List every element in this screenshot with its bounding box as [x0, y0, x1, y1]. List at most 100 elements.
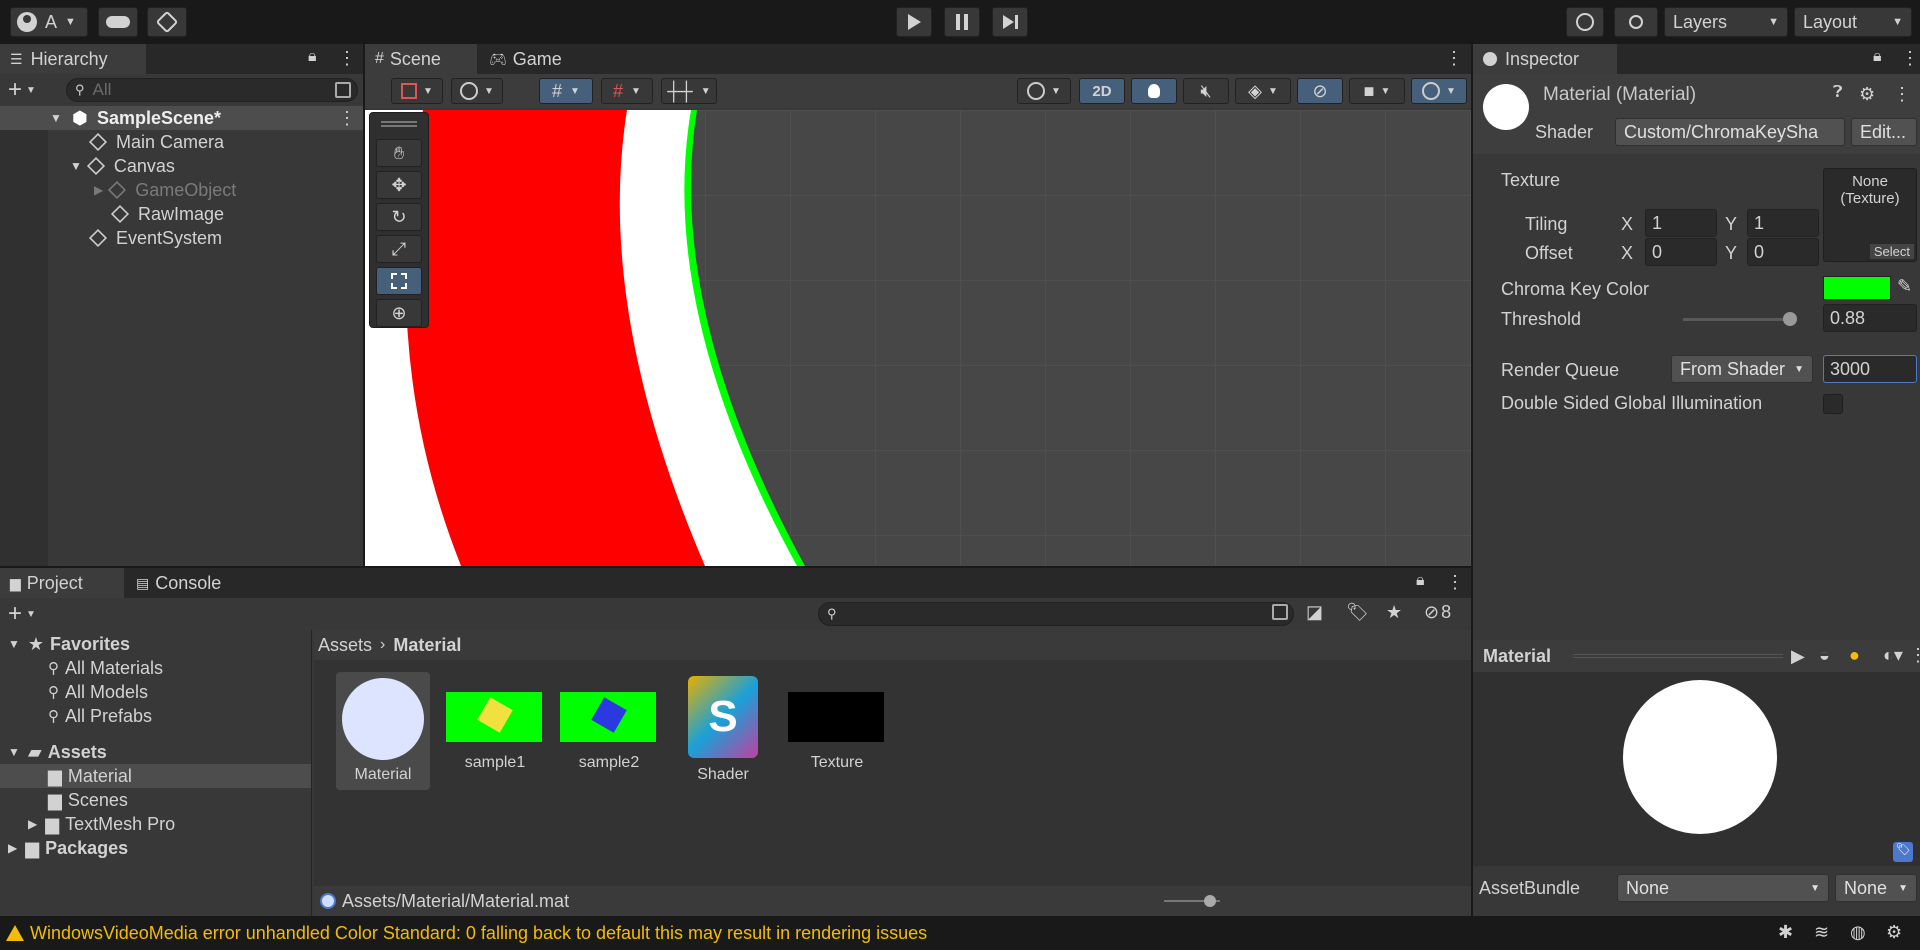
tree-item-packages[interactable]: ▶ ▆ Packages [8, 836, 128, 860]
hierarchy-item-canvas[interactable]: ▼ Canvas [70, 154, 175, 178]
more-icon[interactable]: ⋮ [1893, 84, 1911, 105]
project-search-input[interactable]: ⚲ [818, 602, 1294, 626]
progress-icon[interactable]: ◍ [1850, 922, 1866, 943]
asset-sample2[interactable]: sample2 [560, 676, 658, 786]
lock-icon[interactable]: 🔒︎ [1873, 48, 1882, 66]
2d-toggle[interactable]: 2D [1079, 78, 1125, 104]
collab-button[interactable] [147, 7, 187, 37]
grid-snap-dropdown[interactable]: # ▼ [539, 78, 593, 104]
hierarchy-search-input[interactable]: ⚲ All [66, 78, 358, 102]
tab-inspector[interactable]: Inspector [1473, 44, 1617, 74]
asset-material[interactable]: Material [336, 672, 430, 790]
play-button[interactable] [896, 7, 932, 37]
ruler-dropdown[interactable]: ┼┼ ▼ [661, 78, 717, 104]
help-icon[interactable]: ❓︎ [1833, 84, 1843, 102]
hierarchy-item-main-camera[interactable]: Main Camera [88, 130, 224, 154]
icon-size-slider-handle[interactable] [1204, 895, 1216, 907]
scale-tool[interactable]: ⤢ [376, 235, 422, 263]
filter-label-icon[interactable]: 🏷︎ [1346, 602, 1369, 623]
more-icon[interactable]: ⋮ [1445, 48, 1463, 69]
tiling-y-field[interactable]: 1 [1747, 209, 1819, 237]
more-icon[interactable]: ⋮ [338, 108, 356, 129]
tree-item-material[interactable]: ▆ Material [0, 764, 311, 788]
incremental-snap-dropdown[interactable]: # ▼ [601, 78, 653, 104]
texture-slot[interactable]: None (Texture) Select [1823, 168, 1917, 262]
threshold-slider-handle[interactable] [1783, 312, 1797, 326]
eyedropper-icon[interactable]: ✎ [1897, 276, 1912, 297]
render-queue-field[interactable]: 3000 [1823, 355, 1917, 383]
offset-x-field[interactable]: 0 [1645, 238, 1717, 266]
tree-item-all-prefabs[interactable]: ⚲ All Prefabs [48, 704, 152, 728]
pause-button[interactable] [944, 7, 980, 37]
bug-icon[interactable]: ✱ [1778, 922, 1793, 943]
texture-select-button[interactable]: Select [1869, 244, 1914, 259]
settings-icon[interactable]: ⚙︎ [1859, 84, 1875, 105]
lock-icon[interactable]: 🔒︎ [1416, 572, 1425, 590]
hierarchy-item-rawimage[interactable]: RawImage [110, 202, 224, 226]
mesh-dropdown[interactable]: ◐▾ [1883, 645, 1903, 666]
sphere-icon[interactable]: ◒ [1819, 645, 1830, 666]
tab-project[interactable]: ▆ Project [0, 568, 124, 598]
transform-tool[interactable]: ⊕ [376, 299, 422, 327]
rect-tool[interactable] [376, 267, 422, 295]
lighting-status-icon[interactable]: ⚙ [1886, 922, 1902, 943]
preview-drag-handle[interactable] [1573, 654, 1783, 658]
asset-texture[interactable]: Texture [788, 676, 886, 786]
threshold-slider[interactable] [1683, 318, 1793, 321]
assetbundle-dropdown[interactable]: None ▼ [1617, 874, 1829, 902]
lock-icon[interactable]: 🔒︎ [308, 48, 317, 66]
hierarchy-item-samplescene[interactable]: ▼ ⬢ SampleScene* ⋮ [0, 106, 363, 130]
shader-dropdown[interactable]: Custom/ChromaKeySha [1615, 118, 1845, 146]
gizmos-dropdown[interactable]: ▼ [1411, 78, 1467, 104]
breadcrumb-root[interactable]: Assets [318, 635, 372, 656]
tab-scene[interactable]: # Scene [365, 44, 477, 74]
more-icon[interactable]: ⋮ [1909, 645, 1920, 666]
camera-dropdown[interactable]: ■ ▼ [1349, 78, 1405, 104]
create-asset-button[interactable]: + ▼ [8, 602, 48, 626]
more-icon[interactable]: ⋮ [1446, 572, 1464, 593]
shading-dropdown[interactable]: ▼ [1017, 78, 1071, 104]
shader-edit-button[interactable]: Edit... [1851, 118, 1917, 146]
tab-hierarchy[interactable]: ☰ Hierarchy [0, 44, 146, 74]
search-options-icon[interactable] [335, 82, 351, 98]
search-options-icon[interactable] [1272, 604, 1288, 620]
draw-mode-dropdown[interactable]: ▼ [391, 78, 443, 104]
cache-icon[interactable]: ≋ [1814, 922, 1829, 943]
asset-shader[interactable]: S Shader [674, 676, 772, 786]
globe-dropdown[interactable]: ▼ [451, 78, 503, 104]
play-icon[interactable]: ▶ [1791, 646, 1805, 667]
audio-toggle[interactable]: 🔇︎ [1183, 78, 1229, 104]
cloud-button[interactable] [98, 7, 138, 37]
filter-type-icon[interactable]: ◪ [1306, 602, 1323, 623]
tree-item-assets[interactable]: ▼ ▰ Assets [8, 740, 107, 764]
tree-item-all-materials[interactable]: ⚲ All Materials [48, 656, 163, 680]
more-icon[interactable]: ⋮ [338, 48, 356, 69]
dsgi-checkbox[interactable] [1823, 394, 1843, 414]
hidden-packages-toggle[interactable]: ⊘ 8 [1424, 602, 1451, 623]
tab-game[interactable]: 🎮︎ Game [479, 44, 579, 74]
tree-item-favorites[interactable]: ▼ ★ Favorites [8, 632, 130, 656]
layout-dropdown[interactable]: Layout ▼ [1794, 7, 1912, 37]
offset-y-field[interactable]: 0 [1747, 238, 1819, 266]
account-dropdown[interactable]: A ▼ [10, 7, 88, 37]
hierarchy-item-eventsystem[interactable]: EventSystem [88, 226, 222, 250]
visibility-toggle[interactable]: ⊘ [1297, 78, 1343, 104]
asset-sample1[interactable]: sample1 [446, 676, 544, 786]
assetbundle-variant-dropdown[interactable]: None ▼ [1835, 874, 1917, 902]
step-button[interactable] [992, 7, 1028, 37]
tab-console[interactable]: ▤ Console [126, 568, 250, 598]
search-button[interactable] [1614, 7, 1658, 37]
tree-item-all-models[interactable]: ⚲ All Models [48, 680, 148, 704]
move-tool[interactable]: ✥ [376, 171, 422, 199]
hand-tool[interactable]: ✋︎ [376, 139, 422, 167]
status-message[interactable]: WindowsVideoMedia error unhandled Color … [30, 923, 927, 944]
threshold-field[interactable]: 0.88 [1823, 304, 1917, 332]
tiling-x-field[interactable]: 1 [1645, 209, 1717, 237]
scene-viewport[interactable]: ✋︎ ✥ ↻ ⤢ ⊕ [365, 110, 1471, 566]
tree-item-textmesh-pro[interactable]: ▶ ▆ TextMesh Pro [28, 812, 175, 836]
render-queue-dropdown[interactable]: From Shader ▼ [1671, 355, 1813, 383]
add-object-button[interactable]: + ▼ [8, 78, 44, 102]
tree-item-scenes[interactable]: ▆ Scenes [48, 788, 128, 812]
more-icon[interactable]: ⋮ [1901, 48, 1919, 69]
favorite-star-icon[interactable]: ★ [1386, 602, 1402, 623]
